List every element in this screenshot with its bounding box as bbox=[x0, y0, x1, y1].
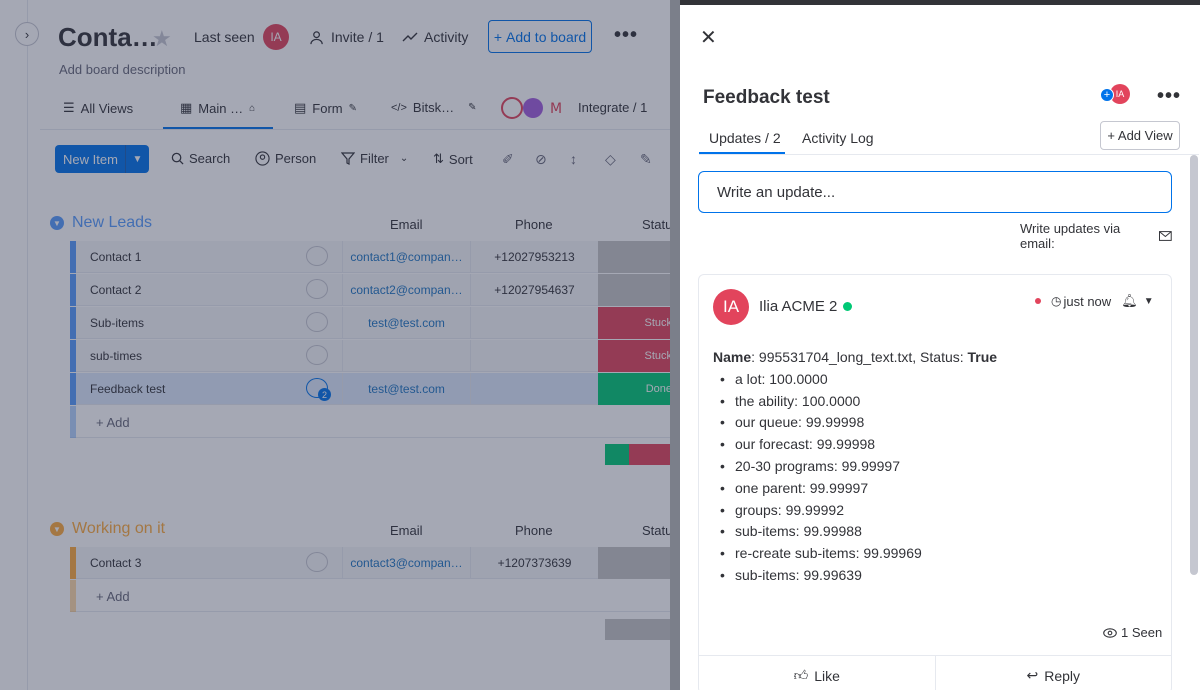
list-item: the ability: 100.0000 bbox=[720, 391, 997, 413]
panel-edge bbox=[670, 0, 680, 690]
item-panel: ✕ Feedback test + IA ••• Updates / 2 Act… bbox=[680, 0, 1200, 690]
list-item: our queue: 99.99998 bbox=[720, 412, 997, 434]
email-hint-label: Write updates via email: bbox=[1020, 221, 1121, 251]
like-label: Like bbox=[814, 667, 840, 684]
list-item: sub-items: 99.99988 bbox=[720, 521, 997, 543]
tab-updates[interactable]: Updates / 2 bbox=[709, 130, 781, 146]
envelope-icon bbox=[1159, 231, 1172, 241]
update-input[interactable]: Write an update... bbox=[698, 171, 1172, 213]
list-item: our forecast: 99.99998 bbox=[720, 434, 997, 456]
list-item: 20-30 programs: 99.99997 bbox=[720, 456, 997, 478]
bell-icon[interactable]: 🔔︎ bbox=[1121, 293, 1138, 309]
post-first-line: Name: 995531704_long_text.txt, Status: T… bbox=[713, 347, 997, 369]
more-options-icon[interactable]: ••• bbox=[1157, 85, 1181, 108]
post-time: just now bbox=[1063, 293, 1112, 309]
name-label: Name bbox=[713, 349, 752, 365]
post-meta: ◷ just now 🔔︎ ▼ bbox=[1035, 293, 1154, 309]
post-list: a lot: 100.0000 the ability: 100.0000 ou… bbox=[720, 369, 997, 587]
reply-button[interactable]: ↩ Reply bbox=[934, 656, 1172, 690]
reply-icon: ↩ bbox=[1026, 667, 1039, 683]
board-area: › Conta… ★ Last seen IA Invite / 1 Activ… bbox=[0, 0, 680, 690]
subscribers[interactable]: + IA bbox=[1100, 84, 1130, 106]
avatar[interactable]: IA bbox=[713, 289, 749, 325]
item-title[interactable]: Feedback test bbox=[703, 87, 830, 109]
author-name: Ilia ACME 2 bbox=[759, 298, 838, 315]
post-actions: 👍︎ Like ↩ Reply bbox=[699, 655, 1171, 690]
chevron-down-icon[interactable]: ▼ bbox=[1144, 296, 1154, 307]
like-button[interactable]: 👍︎ Like bbox=[699, 656, 935, 690]
post-body: Name: 995531704_long_text.txt, Status: T… bbox=[713, 347, 997, 587]
add-view-button[interactable]: + Add View bbox=[1100, 121, 1180, 150]
list-item: a lot: 100.0000 bbox=[720, 369, 997, 391]
tab-activity-log[interactable]: Activity Log bbox=[802, 130, 874, 146]
close-icon[interactable]: ✕ bbox=[700, 25, 717, 50]
thumbs-up-icon: 👍︎ bbox=[793, 667, 809, 683]
divider bbox=[699, 154, 1199, 155]
eye-icon bbox=[1103, 627, 1117, 638]
list-item: one parent: 99.99997 bbox=[720, 478, 997, 500]
scrollbar[interactable] bbox=[1190, 155, 1198, 575]
update-post: IA Ilia ACME 2 ◷ just now 🔔︎ ▼ Name: 995… bbox=[698, 274, 1172, 690]
seen-label: 1 Seen bbox=[1121, 625, 1163, 640]
clock-icon: ◷ bbox=[1051, 294, 1062, 308]
post-author[interactable]: Ilia ACME 2 bbox=[759, 298, 853, 315]
status-value: True bbox=[967, 349, 998, 365]
reply-label: Reply bbox=[1044, 667, 1081, 684]
email-updates-link[interactable]: Write updates via email: bbox=[1020, 221, 1172, 251]
list-item: sub-items: 99.99639 bbox=[720, 565, 997, 587]
online-status-icon bbox=[843, 302, 853, 311]
list-item: re-create sub-items: 99.99969 bbox=[720, 543, 997, 565]
modal-overlay[interactable] bbox=[0, 0, 680, 690]
unread-dot-icon bbox=[1035, 298, 1041, 304]
list-item: groups: 99.99992 bbox=[720, 500, 997, 522]
name-value: : 995531704_long_text.txt, Status: bbox=[751, 349, 968, 365]
add-subscriber-icon[interactable]: + bbox=[1100, 88, 1114, 102]
seen-indicator[interactable]: 1 Seen bbox=[1103, 625, 1162, 640]
